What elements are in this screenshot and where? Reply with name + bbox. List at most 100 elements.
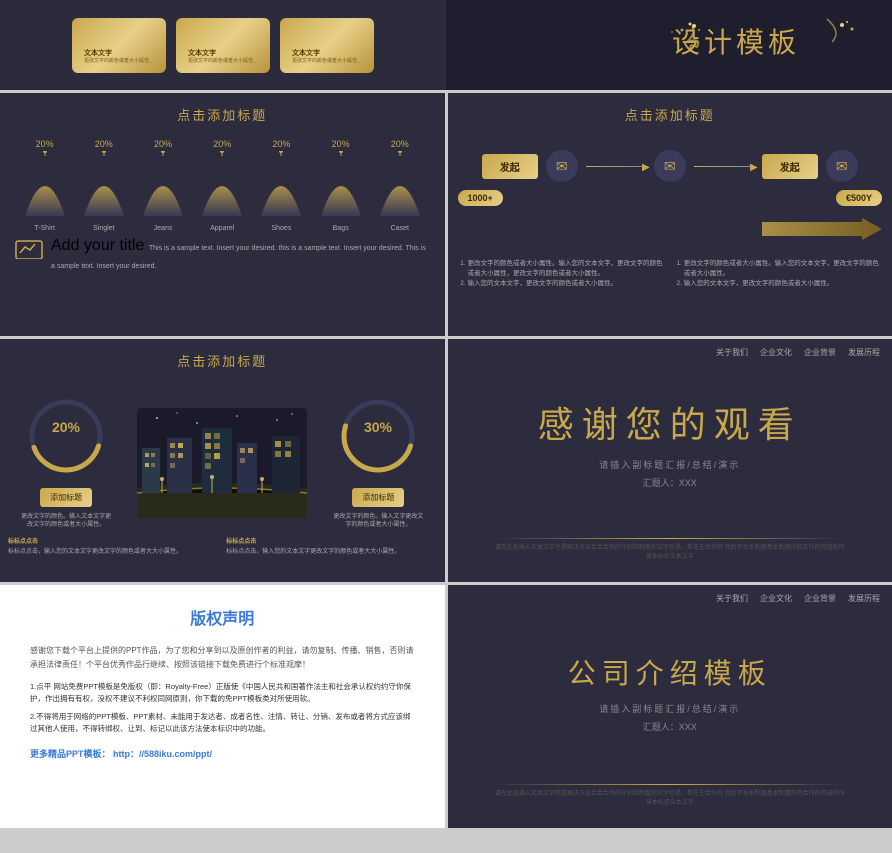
flow-icon-3: ✉	[826, 150, 858, 182]
pct-5: 20%	[332, 139, 350, 149]
flow-arrow-row	[458, 214, 883, 249]
prog-bottom-left: 标标点点击 标标点点击，输入您的文本文字更改文字的颜色或者大大小属性。	[8, 538, 218, 557]
prog-bottom-right: 标标点点击 标标点点击，输入您的文本文字更改文字的颜色或者大大小属性。	[226, 538, 436, 557]
prog-bottom-left-text: 标标点点击，输入您的文本文字更改文字的颜色或者大大小属性。	[8, 549, 182, 555]
flow-icon-1: ✉	[546, 150, 578, 182]
mountain-5	[316, 151, 366, 221]
thankyou-footer-text: 请在此处插入文本文字也是解决方法合合合作的守则和制度的文字也是。希在在合作的 然…	[492, 544, 848, 562]
card-3: 文本文字 更改文字的颜色或者大小属性。	[280, 18, 374, 73]
mountain-4	[256, 151, 306, 221]
label-5: Bags	[333, 225, 349, 232]
gold-divider	[492, 538, 848, 539]
flow-icon-2: ✉	[654, 150, 686, 182]
company-subtitle: 请插入副标题汇报/总结/演示	[448, 702, 892, 715]
copyright-slide: 版权声明 感谢您下载个平台上提供的PPT作品，为了您和分享到以及原创作者的利益，…	[0, 585, 445, 828]
nav-about[interactable]: 关于我们	[716, 347, 748, 358]
svg-text:30%: 30%	[364, 419, 393, 435]
flow-btn-1[interactable]: 发起	[482, 154, 538, 179]
flow-slide-title: 点击添加标题	[448, 105, 892, 124]
chart-col-2: 20% Singlet	[79, 139, 129, 232]
label-0: T-Shirt	[34, 225, 55, 232]
flow-text-right: 更改文字的颜色或者大小属性。输入您的文本文字，更改文字的颜色或者大小属性。 输入…	[674, 259, 882, 288]
thankyou-subtitle: 请插入副标题汇报/总结/演示	[448, 458, 892, 471]
progress-row: 20% 添加标题 更改文字的颜色。输入文本文字更改文字的颜色或者大小属性。	[8, 396, 437, 530]
copyright-link-label: 更多精品PPT模板：	[30, 749, 111, 759]
flow-num-1: 1000+	[458, 190, 503, 206]
company-author: 汇题人：XXX	[448, 720, 892, 733]
prog-right-col: 30% 添加标题 更改文字的颜色。输入文字更改文字的颜色或者大小属性。	[333, 396, 423, 530]
copyright-points: 1.点平 网站免费PPT模板是免版权（即：Royalty-Free）正版使《中国…	[30, 681, 415, 735]
mountain-1	[79, 151, 129, 221]
pct-6: 20%	[391, 139, 409, 149]
progress-circle-right: 30%	[338, 396, 418, 476]
label-6: Caset	[391, 225, 409, 232]
card-3-text: 更改文字的颜色或者大小属性。	[292, 58, 362, 65]
company-footer-text: 请在此处插入文本文字也是解决方法合合合作的守则和制度的文字也是。希在在合作的 然…	[492, 790, 848, 808]
pct-2: 20%	[154, 139, 172, 149]
card-1-text: 更改文字的颜色或者大小属性。	[84, 58, 154, 65]
chart-col-3: 20% Jeans	[138, 139, 188, 232]
prog-bottom-right-label: 标标点点击	[226, 538, 436, 546]
flow-line-2: ▶	[694, 166, 754, 167]
copyright-title: 版权声明	[30, 605, 415, 629]
flow-num-2: €500Y	[836, 190, 882, 206]
prog-btn-left[interactable]: 添加标题	[40, 488, 92, 507]
slide-text-box: Add your title This is a sample text. In…	[15, 237, 430, 273]
prog-bottom-area: 标标点点击 标标点点击，输入您的文本文字更改文字的颜色或者大大小属性。 标标点点…	[8, 538, 437, 557]
chart-text-content: Add your title This is a sample text. In…	[51, 237, 430, 273]
mountain-2	[138, 151, 188, 221]
nav-culture[interactable]: 企业文化	[760, 347, 792, 358]
pct-1: 20%	[95, 139, 113, 149]
prog-text-right-top: 更改文字的颜色。输入文字更改文字的颜色或者大小属性。	[333, 513, 423, 530]
card-1: 文本文字 更改文字的颜色或者大小属性。	[72, 18, 166, 73]
card-3-title: 文本文字	[292, 48, 320, 58]
company-gold-divider	[492, 784, 848, 785]
label-1: Singlet	[93, 225, 114, 232]
top-left-section: 文本文字 更改文字的颜色或者大小属性。 文本文字 更改文字的颜色或者大小属性。 …	[0, 0, 446, 90]
thankyou-title: 感谢您的观看	[448, 396, 892, 448]
prog-bottom-left-label: 标标点点击	[8, 538, 218, 546]
prog-bottom-right-text: 标标点点击，输入您的文本文字更改文字的颜色或者大大小属性。	[226, 549, 400, 555]
company-footer-area: 请在此处插入文本文字也是解决方法合合合作的守则和制度的文字也是。希在在合作的 然…	[492, 784, 848, 808]
flow-mid-row: 1000+ €500Y	[458, 190, 883, 206]
thankyou-author: 汇题人：XXX	[448, 476, 892, 489]
pct-4: 20%	[272, 139, 290, 149]
pct-0: 20%	[36, 139, 54, 149]
label-2: Jeans	[154, 225, 173, 232]
pct-3: 20%	[213, 139, 231, 149]
flow-btn-2[interactable]: 发起	[762, 154, 818, 179]
company-nav: 关于我们 企业文化 企业背景 发展历程	[448, 585, 892, 612]
prog-btn-right[interactable]: 添加标题	[352, 488, 404, 507]
chart-col-5: 20% Shoes	[256, 139, 306, 232]
company-nav-history[interactable]: 发展历程	[848, 593, 880, 604]
sparkle-decoration	[632, 22, 702, 72]
company-nav-about[interactable]: 关于我们	[716, 593, 748, 604]
chart-icon	[15, 237, 43, 264]
top-banner: 文本文字 更改文字的颜色或者大小属性。 文本文字 更改文字的颜色或者大小属性。 …	[0, 0, 892, 90]
chart-col-7: 20% Caset	[375, 139, 425, 232]
flow-content: 发起 ✉ ▶ ✉ ▶ 发起 ✉ 1000+ €500Y	[448, 132, 892, 298]
progress-slide: 点击添加标题 20% 添加标题 更改文字的颜色。输入文本文字更改文字的颜色或者大…	[0, 339, 445, 582]
label-3: Apparel	[210, 225, 234, 232]
nav-history[interactable]: 发展历程	[848, 347, 880, 358]
title-decoration-svg: 设计模板	[672, 17, 872, 67]
company-nav-culture[interactable]: 企业文化	[760, 593, 792, 604]
card-2-text: 更改文字的颜色或者大小属性。	[188, 58, 258, 65]
copyright-link-url[interactable]: http：//588iku.com/ppt/	[113, 749, 212, 759]
card-1-title: 文本文字	[84, 48, 112, 58]
chart-col-1: 20% T-Shirt	[20, 139, 70, 232]
nav-background[interactable]: 企业背景	[804, 347, 836, 358]
chart-slide: 点击添加标题 20% T-Shirt 20%	[0, 93, 445, 336]
copyright-intro: 感谢您下载个平台上提供的PPT作品，为了您和分享到以及原创作者的利益，请勿复制、…	[30, 644, 415, 671]
progress-circle-left: 20%	[26, 396, 106, 476]
flow-top-row: 发起 ✉ ▶ ✉ ▶ 发起 ✉	[458, 150, 883, 182]
progress-content: 20% 添加标题 更改文字的颜色。输入文本文字更改文字的颜色或者大小属性。	[0, 378, 445, 565]
copyright-link[interactable]: 更多精品PPT模板： http：//588iku.com/ppt/	[30, 747, 415, 760]
company-nav-background[interactable]: 企业背景	[804, 593, 836, 604]
prog-left-col: 20% 添加标题 更改文字的颜色。输入文本文字更改文字的颜色或者大小属性。	[21, 396, 111, 530]
prog-text-left-top: 更改文字的颜色。输入文本文字更改文字的颜色或者大小属性。	[21, 513, 111, 530]
card-2-title: 文本文字	[188, 48, 216, 58]
copyright-point-2: 2.不得将用于网络的PPT模板、PPT素材、未能用于发达者、成者名性、注情、转让…	[30, 711, 415, 735]
chart-slide-title: 点击添加标题	[0, 105, 445, 124]
flow-slide: 点击添加标题 发起 ✉ ▶ ✉ ▶ 发起 ✉ 1000+ €500Y	[448, 93, 892, 336]
